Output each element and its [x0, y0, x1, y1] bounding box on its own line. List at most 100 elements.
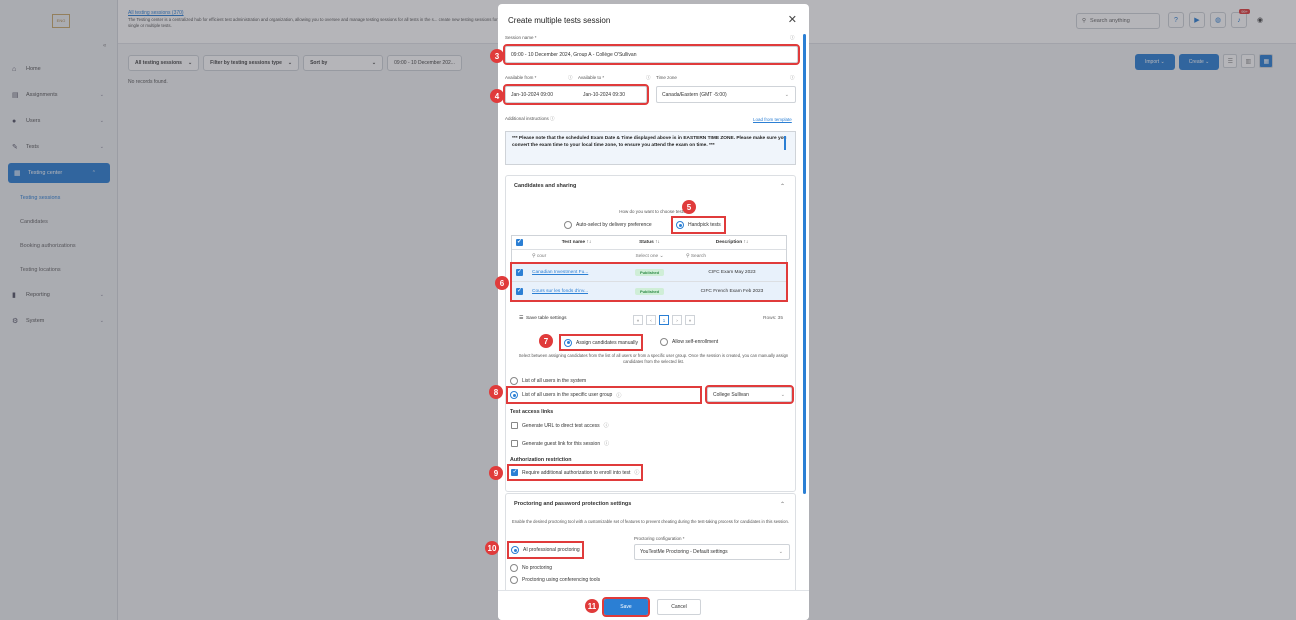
cancel-button[interactable]: Cancel — [657, 599, 701, 615]
table-pagination: ☰ Save table settings « ‹ 1 › » Rows: 35 — [511, 312, 787, 328]
load-template-link[interactable]: Load from template — [753, 117, 792, 122]
save-table-settings-button[interactable]: ☰ Save table settings — [519, 316, 567, 321]
select-all-cell — [512, 238, 526, 246]
all-users-label: List of all users in the system — [522, 378, 587, 384]
auto-select-label: Auto-select by delivery preference — [576, 222, 652, 228]
checkbox[interactable] — [511, 422, 518, 429]
generate-guest-label: Generate guest link for this session — [522, 440, 601, 447]
step-marker: 10 — [485, 541, 499, 555]
row-checkbox-cell — [512, 268, 526, 276]
radio-button[interactable] — [564, 221, 572, 229]
handpick-label: Handpick tests — [688, 222, 721, 228]
proctoring-config-label: Proctoring configuration * — [634, 536, 685, 541]
step-marker: 6 — [495, 276, 509, 290]
row-checkbox[interactable] — [515, 287, 523, 295]
generate-url-checkbox[interactable]: Generate URL to direct test access ⓘ — [511, 422, 609, 429]
timezone-value: Canada/Eastern (GMT -5:00) — [662, 91, 727, 98]
available-from-label: Available from * — [505, 75, 537, 80]
step-marker: 4 — [490, 89, 504, 103]
conf-proctoring-radio[interactable]: Proctoring using conferencing tools — [510, 576, 600, 584]
radio-button[interactable] — [676, 221, 684, 229]
step-marker: 8 — [489, 385, 503, 399]
close-icon[interactable]: ✕ — [788, 13, 797, 26]
auto-select-radio[interactable]: Auto-select by delivery preference — [564, 221, 652, 229]
current-page-button[interactable]: 1 — [659, 315, 669, 325]
editor-scrollbar[interactable] — [784, 136, 786, 150]
checkbox[interactable] — [511, 468, 518, 476]
require-auth-checkbox[interactable]: Require additional authorization to enro… — [506, 464, 644, 481]
radio-button[interactable] — [510, 564, 518, 572]
chevron-up-icon[interactable]: ⌃ — [780, 183, 785, 190]
candidates-section-title: Candidates and sharing — [514, 183, 577, 189]
next-page-button[interactable]: › — [672, 315, 682, 325]
assign-manually-radio[interactable]: Assign candidates manually — [559, 334, 643, 351]
save-settings-label: Save table settings — [525, 316, 567, 321]
step-marker: 9 — [489, 466, 503, 480]
row-checkbox[interactable] — [515, 268, 523, 276]
timezone-select[interactable]: Canada/Eastern (GMT -5:00) ⌄ — [656, 86, 796, 103]
timezone-label: Time zone — [656, 75, 677, 80]
available-to-input[interactable]: Jan-10-2024 09:30 — [583, 92, 625, 98]
help-icon: ⓘ — [603, 423, 609, 429]
step-marker: 11 — [585, 599, 599, 613]
radio-button[interactable] — [510, 576, 518, 584]
column-header-status[interactable]: Status ↑↓ — [621, 240, 678, 245]
user-group-select[interactable]: College Sullivan ⌄ — [705, 385, 794, 404]
ai-proctoring-label: AI professional proctoring — [523, 547, 580, 553]
status-badge: Published — [634, 269, 665, 276]
column-header-description[interactable]: Description ↑↓ — [678, 240, 786, 245]
proctoring-config-value: YouTestMe Proctoring - Default settings — [640, 549, 728, 555]
name-filter-value: cour — [536, 254, 547, 259]
name-filter-input[interactable]: ⚲ cour — [526, 254, 621, 259]
available-dates-group: Jan-10-2024 09:00 Jan-10-2024 09:30 — [503, 84, 649, 105]
help-icon: ⓘ — [634, 470, 640, 476]
proctoring-help-text: Enable the desired proctoring tool with … — [512, 519, 789, 524]
radio-button[interactable] — [510, 391, 518, 399]
chevron-down-icon: ⌄ — [784, 91, 789, 98]
available-from-input[interactable]: Jan-10-2024 09:00 — [511, 92, 575, 98]
ai-proctoring-radio[interactable]: AI professional proctoring — [507, 541, 584, 559]
tests-table: Test name ↑↓ Status ↑↓ Description ↑↓ ⚲ … — [510, 235, 788, 302]
no-proctoring-radio[interactable]: No proctoring — [510, 564, 552, 572]
table-header: Test name ↑↓ Status ↑↓ Description ↑↓ — [512, 236, 786, 250]
session-name-label: Session name * — [505, 35, 537, 40]
test-name-link[interactable]: Canadian Investment Fu... — [526, 270, 621, 275]
first-page-button[interactable]: « — [633, 315, 643, 325]
instructions-editor[interactable]: *** Please note that the scheduled Exam … — [505, 131, 796, 165]
last-page-button[interactable]: » — [685, 315, 695, 325]
radio-button[interactable] — [660, 338, 668, 346]
description-cell: CIFC Exam May 2023 — [708, 270, 756, 275]
proctoring-config-select[interactable]: YouTestMe Proctoring - Default settings ⌄ — [634, 544, 790, 560]
session-name-input[interactable]: 09:00 - 10 December 2024, Group A - Coll… — [503, 44, 800, 65]
radio-button[interactable] — [510, 377, 518, 385]
self-enrollment-label: Allow self-enrollment — [672, 339, 719, 345]
chevron-down-icon: ⌄ — [780, 391, 785, 398]
checkbox[interactable] — [511, 440, 518, 447]
status-badge: Published — [634, 287, 665, 295]
self-enrollment-radio[interactable]: Allow self-enrollment — [660, 338, 718, 346]
available-to-label: Available to * — [578, 75, 605, 80]
group-users-radio[interactable]: List of all users in the specific user g… — [506, 386, 702, 404]
prev-page-button[interactable]: ‹ — [646, 315, 656, 325]
radio-button[interactable] — [511, 546, 519, 554]
modal-scrollbar[interactable] — [803, 34, 806, 494]
handpick-radio[interactable]: Handpick tests — [671, 216, 726, 234]
radio-button[interactable] — [564, 338, 572, 347]
table-row[interactable]: Cours sur les fonds d'inv... Published C… — [512, 282, 786, 300]
description-filter-input[interactable]: ⚲ Search — [678, 254, 786, 259]
test-name-link[interactable]: Cours sur les fonds d'inv... — [526, 289, 621, 294]
table-row[interactable]: Canadian Investment Fu... Published CIFC… — [512, 264, 786, 282]
select-all-checkbox[interactable] — [515, 238, 523, 246]
proctoring-section-title: Proctoring and password protection setti… — [514, 501, 632, 507]
all-users-radio[interactable]: List of all users in the system — [510, 377, 586, 385]
save-button[interactable]: Save — [602, 597, 650, 617]
assign-manually-label: Assign candidates manually — [576, 339, 638, 346]
generate-guest-checkbox[interactable]: Generate guest link for this session ⓘ — [511, 440, 609, 447]
help-icon: ⓘ — [616, 392, 622, 399]
generate-url-label: Generate URL to direct test access — [522, 422, 600, 429]
instructions-label: Additional instructions ⓘ — [505, 116, 555, 122]
chevron-up-icon[interactable]: ⌃ — [780, 501, 785, 508]
user-group-value: College Sullivan — [713, 391, 749, 398]
column-header-name[interactable]: Test name ↑↓ — [526, 240, 621, 245]
status-filter-select[interactable]: Select one ⌄ — [621, 254, 678, 259]
